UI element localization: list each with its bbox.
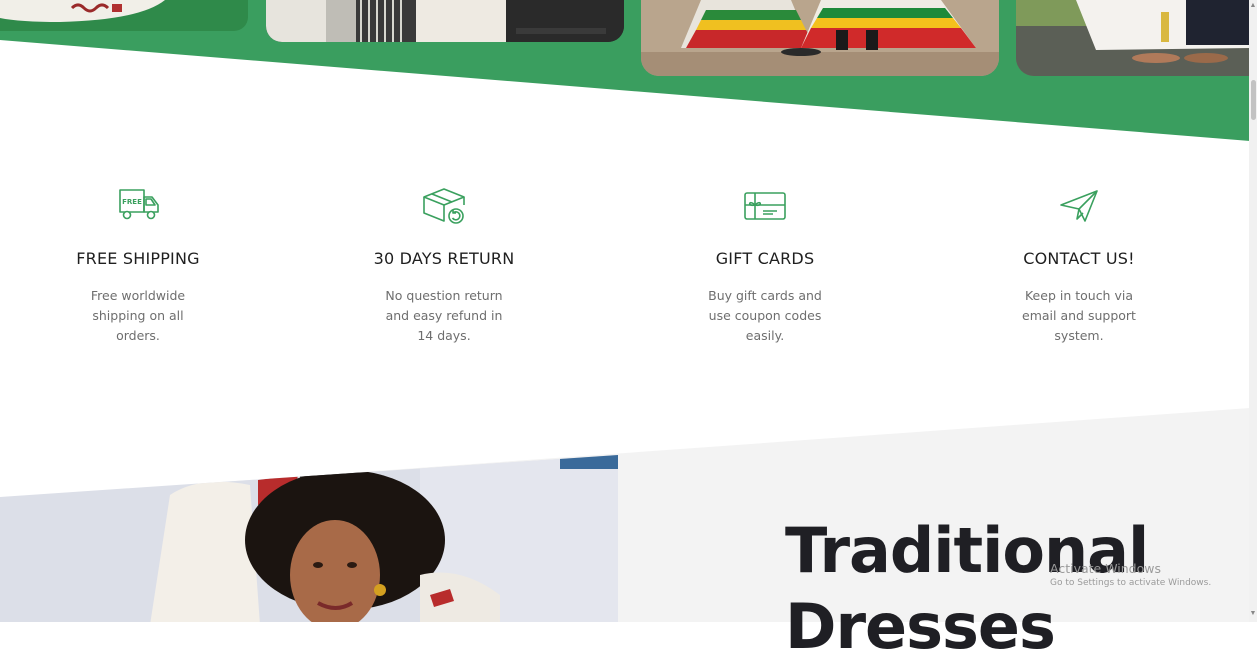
product-photo-1[interactable]	[0, 0, 248, 31]
scrollbar-thumb[interactable]	[1251, 80, 1256, 120]
feature-title: 30 DAYS RETURN	[373, 249, 515, 268]
paper-plane-icon	[1060, 190, 1098, 222]
scroll-up-arrow-icon[interactable]: ▲	[1249, 2, 1257, 10]
promo-model-photo	[0, 455, 618, 622]
feature-description: Buy gift cards and use coupon codes easi…	[708, 288, 822, 343]
scroll-down-arrow-icon[interactable]: ▼	[1249, 610, 1257, 618]
return-box-icon	[423, 188, 465, 224]
os-activation-watermark: Activate Windows Go to Settings to activ…	[1050, 561, 1211, 588]
feature-title: FREE SHIPPING	[76, 249, 200, 268]
watermark-subtitle: Go to Settings to activate Windows.	[1050, 578, 1212, 588]
page-scrollbar[interactable]: ▲ ▼	[1249, 0, 1257, 622]
feature-30-days-return: 30 DAYS RETURN No question return and ea…	[334, 175, 554, 346]
feature-title: GIFT CARDS	[715, 249, 815, 268]
feature-description: No question return and easy refund in 14…	[385, 288, 503, 343]
feature-free-shipping: FREE FREE SHIPPING Free worldwide shippi…	[28, 175, 248, 346]
feature-title: CONTACT US!	[1023, 249, 1135, 268]
gift-card-icon	[744, 192, 786, 220]
feature-description: Free worldwide shipping on all orders.	[90, 288, 186, 343]
features-section: FREE FREE SHIPPING Free worldwide shippi…	[0, 175, 1250, 375]
feature-gift-cards: GIFT CARDS Buy gift cards and use coupon…	[655, 175, 875, 346]
promo-heading-line2: Dresses	[785, 590, 1056, 663]
watermark-title: Activate Windows	[1050, 561, 1161, 576]
feature-description: Keep in touch via email and support syst…	[1022, 288, 1136, 343]
product-photo-3[interactable]	[641, 0, 999, 76]
free-delivery-truck-icon: FREE	[119, 189, 159, 220]
promo-heading: Traditional Dresses	[785, 513, 1149, 665]
feature-contact-us[interactable]: CONTACT US! Keep in touch via email and …	[969, 175, 1189, 346]
product-photo-4[interactable]	[1016, 0, 1250, 76]
product-photo-2[interactable]	[266, 0, 624, 42]
svg-text:FREE: FREE	[122, 198, 142, 206]
